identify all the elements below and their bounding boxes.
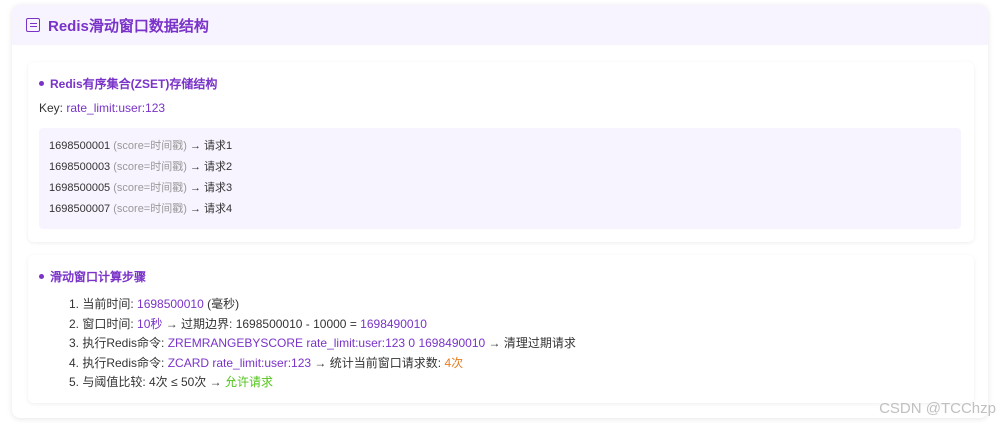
card-title: Redis滑动窗口数据结构: [48, 17, 209, 35]
step-command: ZCARD rate_limit:user:123: [167, 355, 312, 370]
entry-score: 1698500007: [49, 203, 111, 215]
zset-entry: 1698500003 (score=时间戳) → 请求2: [49, 157, 951, 178]
step-text: 5. 与阈值比较: 4次 ≤ 50次 →: [69, 375, 225, 389]
key-label: Key:: [39, 101, 67, 115]
step-text: (毫秒): [203, 297, 240, 311]
step-item: 1. 当前时间: 1698500010 (毫秒): [69, 295, 576, 315]
step-value: 10秒: [137, 316, 163, 331]
step-text: 1. 当前时间:: [69, 297, 138, 311]
zset-entry: 1698500001 (score=时间戳) → 请求1: [49, 136, 951, 157]
step-text: → 过期边界: 1698500010 - 10000 =: [162, 316, 361, 331]
step-count: 4次: [444, 355, 464, 370]
watermark: CSDN @TCChzp: [879, 400, 996, 417]
zset-section-title-text: Redis有序集合(ZSET)存储结构: [50, 77, 218, 91]
redis-structure-card: Redis滑动窗口数据结构 Redis有序集合(ZSET)存储结构 Key: r…: [12, 5, 988, 418]
entry-score: 1698500001: [49, 140, 111, 152]
steps-section-title-text: 滑动窗口计算步骤: [50, 270, 147, 284]
step-text: 4. 执行Redis命令:: [69, 355, 168, 370]
steps-section-title: 滑动窗口计算步骤: [39, 268, 146, 285]
step-item: 5. 与阈值比较: 4次 ≤ 50次 → 允许请求: [69, 373, 576, 393]
key-line: Key: rate_limit:user:123: [39, 101, 165, 115]
entry-note: (score=时间戳): [113, 161, 187, 173]
step-command: ZREMRANGEBYSCORE rate_limit:user:123 0 1…: [167, 336, 486, 350]
step-text: 3. 执行Redis命令:: [69, 336, 168, 350]
bullet-icon: [39, 274, 44, 279]
zset-entry: 1698500005 (score=时间戳) → 请求3: [49, 178, 951, 199]
entry-member: → 请求2: [189, 161, 233, 173]
entry-note: (score=时间戳): [113, 140, 187, 152]
step-text: → 清理过期请求: [485, 336, 576, 350]
key-value: rate_limit:user:123: [66, 101, 166, 115]
zset-section-title: Redis有序集合(ZSET)存储结构: [39, 75, 217, 92]
card-header: Redis滑动窗口数据结构: [12, 5, 988, 45]
step-value: 1698500010: [137, 297, 204, 311]
step-text: 2. 窗口时间:: [69, 316, 138, 331]
entry-note: (score=时间戳): [113, 203, 187, 215]
entry-note: (score=时间戳): [113, 182, 187, 194]
list-icon: [26, 18, 40, 32]
step-text: → 统计当前窗口请求数:: [311, 355, 445, 370]
step-result: 允许请求: [224, 375, 273, 389]
zset-entry: 1698500007 (score=时间戳) → 请求4: [49, 199, 951, 220]
steps-list: 1. 当前时间: 1698500010 (毫秒) 2. 窗口时间: 10秒 → …: [69, 295, 576, 393]
entry-score: 1698500003: [49, 161, 111, 173]
step-item: 2. 窗口时间: 10秒 → 过期边界: 1698500010 - 10000 …: [69, 315, 576, 335]
steps-section: 滑动窗口计算步骤 1. 当前时间: 1698500010 (毫秒) 2. 窗口时…: [28, 255, 974, 403]
zset-entries: 1698500001 (score=时间戳) → 请求1 1698500003 …: [39, 128, 961, 229]
entry-score: 1698500005: [49, 182, 111, 194]
zset-section: Redis有序集合(ZSET)存储结构 Key: rate_limit:user…: [28, 62, 974, 242]
step-value: 1698490010: [360, 316, 427, 331]
step-item: 3. 执行Redis命令: ZREMRANGEBYSCORE rate_limi…: [69, 334, 576, 354]
entry-member: → 请求3: [189, 182, 233, 194]
bullet-icon: [39, 81, 44, 86]
step-item: 4. 执行Redis命令: ZCARD rate_limit:user:123 …: [69, 354, 576, 374]
entry-member: → 请求4: [189, 203, 233, 215]
entry-member: → 请求1: [189, 140, 233, 152]
